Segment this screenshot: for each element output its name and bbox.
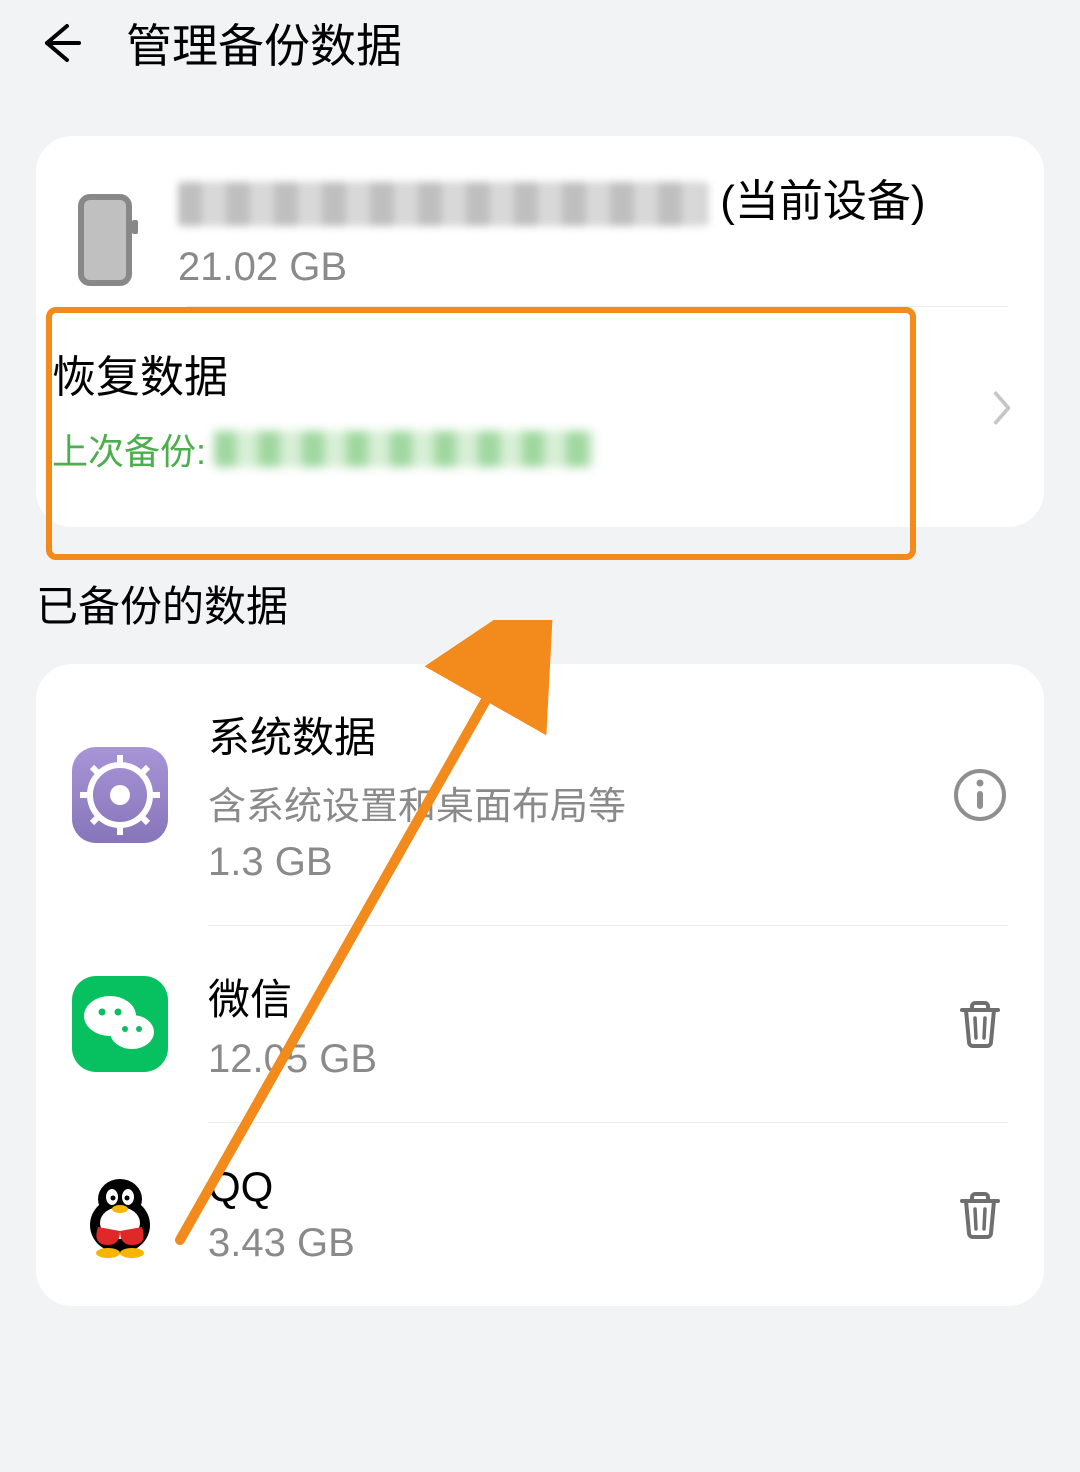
info-icon xyxy=(952,767,1008,823)
list-item-qq[interactable]: QQ 3.43 GB xyxy=(36,1123,1044,1306)
last-backup-value-redacted xyxy=(214,431,594,467)
phone-icon xyxy=(72,192,138,288)
app-name: QQ xyxy=(208,1163,912,1211)
back-arrow-icon xyxy=(37,20,83,66)
trash-icon xyxy=(952,996,1008,1052)
app-name: 系统数据 xyxy=(208,704,912,765)
restore-last-backup: 上次备份: xyxy=(52,423,992,475)
device-info-row[interactable]: (当前设备) 21.02 GB xyxy=(36,136,1044,306)
settings-gear-icon xyxy=(72,747,168,843)
list-item-system-data[interactable]: 系统数据 含系统设置和桌面布局等 1.3 GB xyxy=(36,664,1044,925)
backedup-data-list: 系统数据 含系统设置和桌面布局等 1.3 GB 微信 xyxy=(36,664,1044,1306)
app-description: 含系统设置和桌面布局等 xyxy=(208,775,912,830)
header: 管理备份数据 xyxy=(0,0,1080,106)
chevron-right-icon xyxy=(992,382,1024,434)
restore-data-row[interactable]: 恢复数据 上次备份: xyxy=(36,307,1044,527)
device-name-redacted xyxy=(178,182,708,226)
app-size: 1.3 GB xyxy=(208,840,912,885)
delete-button[interactable] xyxy=(952,996,1008,1052)
back-button[interactable] xyxy=(30,13,90,73)
device-current-suffix: (当前设备) xyxy=(720,177,925,226)
device-card: (当前设备) 21.02 GB 恢复数据 上次备份: xyxy=(36,136,1044,527)
section-title-backedup: 已备份的数据 xyxy=(36,573,1044,634)
app-size: 12.05 GB xyxy=(208,1037,912,1082)
restore-title: 恢复数据 xyxy=(52,341,992,405)
app-name: 微信 xyxy=(208,966,912,1027)
device-name: (当前设备) xyxy=(178,172,1008,231)
wechat-icon xyxy=(72,976,168,1072)
delete-button[interactable] xyxy=(952,1187,1008,1243)
app-size: 3.43 GB xyxy=(208,1221,912,1266)
info-button[interactable] xyxy=(952,767,1008,823)
device-backup-size: 21.02 GB xyxy=(178,245,1008,290)
trash-icon xyxy=(952,1187,1008,1243)
list-item-wechat[interactable]: 微信 12.05 GB xyxy=(36,926,1044,1122)
last-backup-label: 上次备份: xyxy=(52,423,206,475)
page-title: 管理备份数据 xyxy=(126,10,402,76)
qq-icon xyxy=(72,1167,168,1263)
